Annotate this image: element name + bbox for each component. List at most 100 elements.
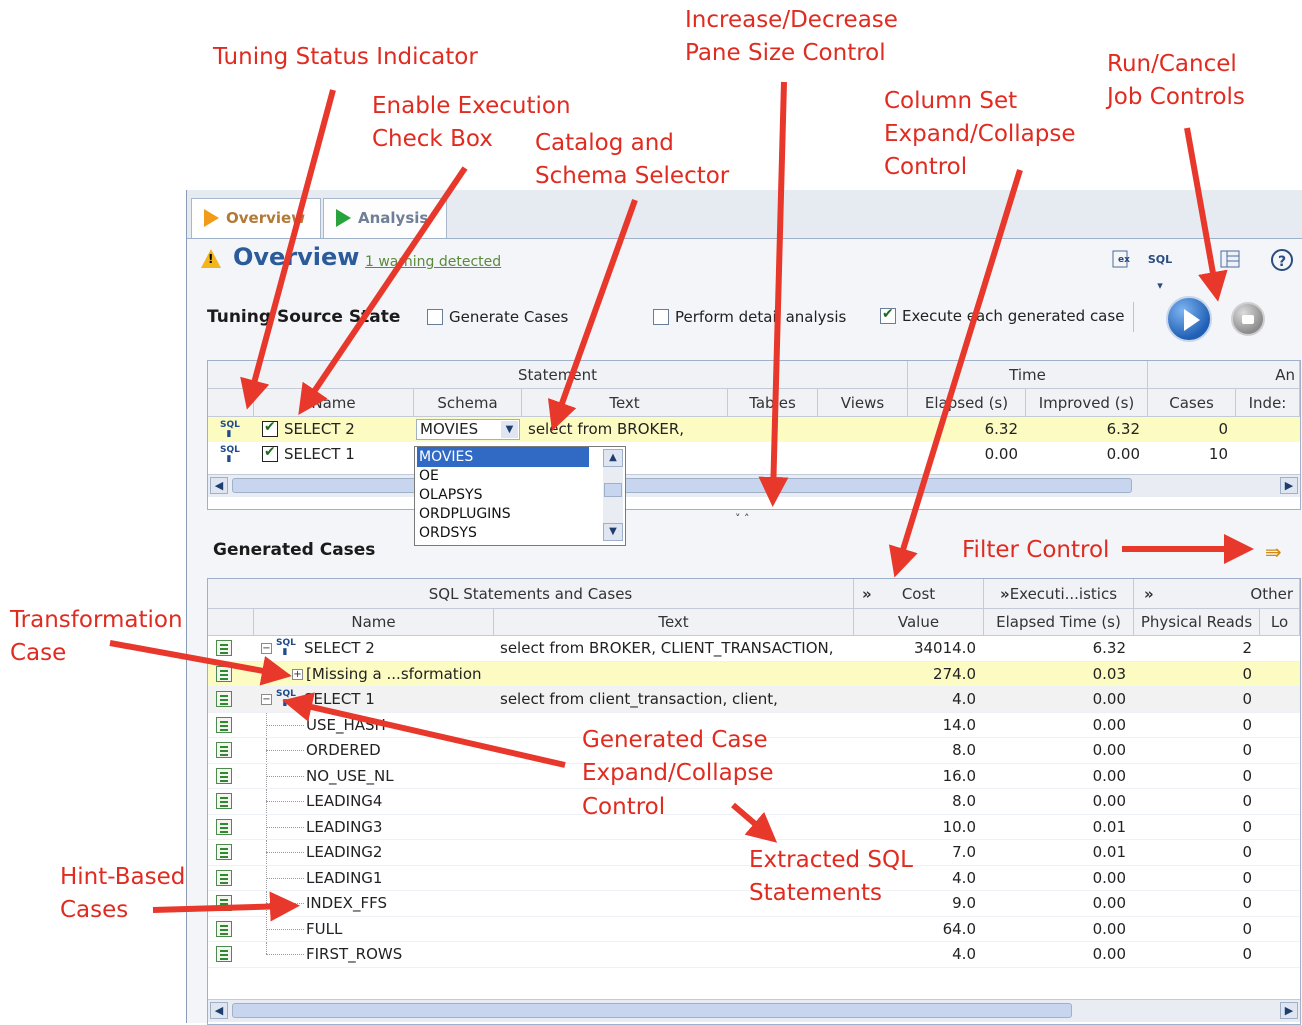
statement-row[interactable]: SQL▮ SELECT 1 0.00 0.00 10 [208,442,1300,467]
statement-group-header: Statement [208,361,908,389]
perform-detail-analysis-checkbox[interactable] [653,309,669,325]
callout-filter: Filter Control [962,537,1110,563]
pane-size-control[interactable]: ˅ ˄ [735,512,750,525]
schema-option[interactable]: ORDSYS [417,523,477,543]
case-row[interactable]: − SQL ▮ SELECT 1 select from client_transact… [208,687,1300,713]
tree-connector [266,712,267,738]
case-row[interactable]: FIRST_ROWS 4.0 0.00 0 [208,942,1300,968]
schema-option[interactable]: OLAPSYS [417,485,483,505]
execute-each-case-label: Execute each generated case [902,307,1125,325]
schema-option[interactable]: MOVIES [417,447,589,467]
scroll-left-icon[interactable]: ◀ [210,1002,228,1019]
tree-connector [266,928,304,930]
warning-icon: ! [201,249,221,268]
collapse-toggle-icon[interactable]: − [261,643,272,654]
callout-tuning-status: Tuning Status Indicator [213,44,478,70]
column-layout-icon[interactable] [1217,247,1243,273]
schema-option[interactable]: ORDPLUGINS [417,504,511,524]
statement-name: SELECT 2 [284,420,355,438]
case-status-icon [216,640,232,656]
case-text-column-header[interactable]: Text [494,609,854,636]
other-group-header[interactable]: » Other [1134,579,1300,609]
execution-group-header[interactable]: »Executi...istics [984,579,1134,609]
filter-icon[interactable]: ⇛ [1265,540,1282,564]
case-cost-value: 8.0 [952,792,976,810]
generated-horizontal-scrollbar[interactable]: ◀ ▶ [208,999,1300,1022]
name-column-header[interactable]: Name [254,389,414,417]
physical-reads-column-header[interactable]: Physical Reads [1134,609,1260,636]
views-column-header[interactable]: Views [818,389,908,417]
case-elapsed-time: 0.00 [1092,868,1126,887]
scroll-left-icon[interactable]: ◀ [210,477,228,494]
scroll-right-icon[interactable]: ▶ [1280,477,1298,494]
case-cost-value: 64.0 [942,919,976,938]
other-group-label: Other [1250,585,1293,603]
cases-column-header[interactable]: Cases [1148,389,1236,417]
run-job-button[interactable] [1166,296,1212,342]
generate-cases-checkbox[interactable] [427,309,443,325]
case-physical-reads: 0 [1242,715,1252,734]
lo-column-header[interactable]: Lo [1260,609,1300,636]
chevron-down-icon[interactable]: ▼ [501,421,518,438]
schema-column-header[interactable]: Schema [414,389,522,417]
statement-row[interactable]: SQL▮ SELECT 2 MOVIES ▼ select from BROKE… [208,417,1300,442]
generated-cases-grid: SQL Statements and Cases » Cost »Executi… [207,578,1301,1025]
dropdown-scrollbar[interactable]: ▲ ▼ [603,449,623,541]
index-column-header[interactable]: Inde: [1236,389,1300,417]
sql-tuning-editor: Overview Analysis ! Overview 1 warning d… [186,190,1302,1025]
explain-plan-icon[interactable]: ex [1109,247,1135,273]
case-row[interactable]: LEADING3 10.0 0.01 0 [208,814,1300,840]
sql-dropdown-button[interactable]: SQL ▾ [1147,247,1173,292]
scrollbar-thumb[interactable] [604,483,622,497]
case-name-column-header[interactable]: Name [254,609,494,636]
cases-value: 0 [1218,420,1228,438]
case-row[interactable]: LEADING4 8.0 0.00 0 [208,789,1300,815]
cost-value-column-header[interactable]: Value [854,609,984,636]
cost-group-header[interactable]: » Cost [854,579,984,609]
chevron-down-icon[interactable]: ▼ [603,523,623,541]
sql-statement-icon: SQL ▮ [220,445,240,464]
case-status-icon [216,818,232,835]
tree-connector [266,775,304,777]
callout-generated-line1: Generated Case [582,727,768,753]
tables-column-header[interactable]: Tables [728,389,818,417]
callout-generated-line2: Expand/Collapse [582,760,774,786]
enable-execution-checkbox[interactable] [262,444,278,462]
tab-analysis[interactable]: Analysis [323,198,447,238]
scrollbar-thumb[interactable] [232,1003,1072,1018]
case-status-column-header [208,609,254,636]
case-row[interactable]: − SQL ▮ SELECT 2 select from BROKER, CLIENT_… [208,636,1300,662]
schema-select[interactable]: MOVIES ▼ [416,419,520,440]
scrollbar-thumb[interactable] [232,478,1132,493]
tab-overview[interactable]: Overview [191,198,321,238]
case-physical-reads: 0 [1242,817,1252,836]
collapse-toggle-icon[interactable]: − [261,694,272,705]
elapsed-time-column-header[interactable]: Elapsed Time (s) [984,609,1134,636]
help-icon[interactable]: ? [1271,249,1293,271]
warning-link[interactable]: 1 warning detected [365,254,501,270]
chevron-up-icon[interactable]: ▲ [603,449,623,467]
expand-columns-icon[interactable]: » [862,579,872,608]
perform-detail-analysis-label: Perform detail analysis [675,308,847,326]
case-row[interactable]: FULL 64.0 0.00 0 [208,916,1300,942]
schema-option[interactable]: OE [417,466,439,486]
case-cost-value: 14.0 [942,715,976,734]
expand-columns-icon[interactable]: » [1000,585,1010,603]
elapsed-column-header[interactable]: Elapsed (s) [908,389,1026,417]
callout-column-set-line1: Column Set [884,88,1018,114]
improved-column-header[interactable]: Improved (s) [1026,389,1148,417]
schema-dropdown-list[interactable]: MOVIES OE OLAPSYS ORDPLUGINS ORDSYS ▲ ▼ [414,446,626,546]
case-row[interactable]: + [Missing a ...sformation 274.0 0.03 0 [208,661,1300,687]
enable-execution-checkbox[interactable] [262,419,278,437]
text-column-header[interactable]: Text [522,389,728,417]
case-name: LEADING2 [306,843,383,861]
sql-cases-group-header: SQL Statements and Cases [208,579,854,609]
scroll-right-icon[interactable]: ▶ [1280,1002,1298,1019]
case-cost-value: 274.0 [933,664,976,683]
expand-toggle-icon[interactable]: + [292,668,303,680]
statements-horizontal-scrollbar[interactable]: ◀ ▶ [208,474,1300,497]
cancel-job-button[interactable] [1231,302,1265,336]
expand-columns-icon[interactable]: » [1144,579,1154,608]
execute-each-case-checkbox[interactable] [880,306,896,324]
tree-connector [266,852,304,853]
